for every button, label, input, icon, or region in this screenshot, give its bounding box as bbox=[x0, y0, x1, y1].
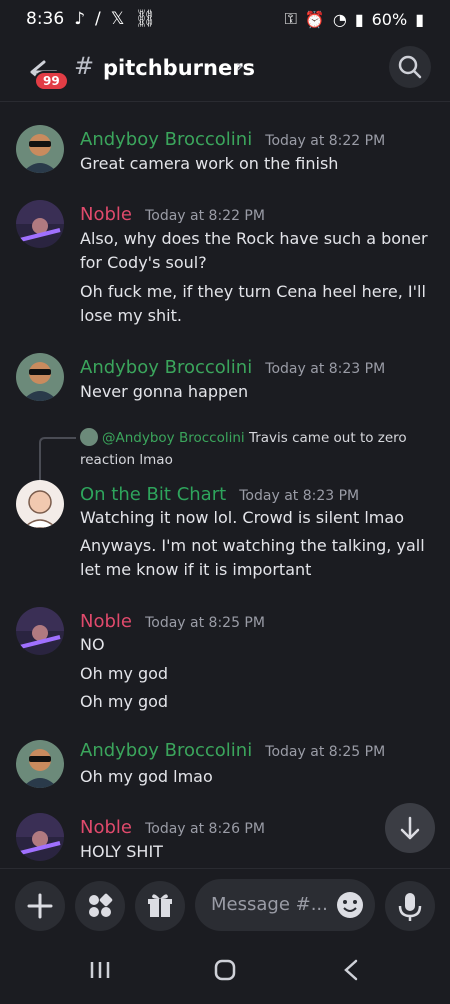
message-input[interactable]: Message #... bbox=[195, 879, 375, 931]
author-name[interactable]: Andyboy Broccolini bbox=[80, 740, 252, 761]
chevron-right-icon: › bbox=[236, 56, 244, 77]
reply-preview[interactable]: @Andyboy Broccolini Travis came out to z… bbox=[80, 427, 430, 471]
message-text: Oh my god bbox=[80, 692, 169, 711]
avatar[interactable] bbox=[16, 740, 64, 788]
timestamp: Today at 8:22 PM bbox=[265, 133, 386, 149]
hashtag-icon: # bbox=[74, 52, 95, 80]
message-text: Anyways. I'm not watching the talking, y… bbox=[80, 536, 425, 579]
recents-button[interactable] bbox=[90, 962, 110, 978]
reply-avatar bbox=[80, 428, 98, 446]
apps-icon bbox=[89, 893, 113, 917]
battery-percent: 60% bbox=[371, 9, 408, 29]
avatar[interactable] bbox=[16, 125, 64, 173]
voice-button[interactable] bbox=[385, 881, 435, 931]
message-text: Oh my god lmao bbox=[80, 767, 213, 786]
timestamp: Today at 8:23 PM bbox=[265, 361, 386, 377]
author-name[interactable]: Noble bbox=[80, 817, 132, 838]
channel-name[interactable]: pitchburners bbox=[103, 56, 255, 80]
author-name[interactable]: Andyboy Broccolini bbox=[80, 357, 252, 378]
x-icon: 𝕏 bbox=[110, 9, 125, 29]
microphone-icon bbox=[398, 893, 422, 921]
slash-icon: / bbox=[95, 9, 101, 29]
clock: 8:36 bbox=[26, 9, 65, 29]
unread-badge: 99 bbox=[34, 71, 69, 91]
message-text: NO bbox=[80, 635, 105, 654]
search-button[interactable] bbox=[389, 46, 431, 88]
message-text: HOLY SHIT bbox=[80, 842, 163, 861]
message-text: Oh fuck me, if they turn Cena heel here,… bbox=[80, 282, 426, 325]
attach-button[interactable] bbox=[15, 881, 65, 931]
plus-icon bbox=[27, 893, 53, 919]
home-button[interactable] bbox=[214, 959, 236, 981]
battery-icon: ▮ bbox=[415, 9, 424, 29]
message-text: Never gonna happen bbox=[80, 382, 249, 401]
apps-button[interactable] bbox=[75, 881, 125, 931]
wifi-icon: ◔ bbox=[332, 9, 347, 29]
composer-bar: Message #... bbox=[0, 868, 450, 942]
author-name[interactable]: Andyboy Broccolini bbox=[80, 129, 252, 150]
tiktok-icon: ♪ bbox=[74, 9, 86, 29]
reply-mention[interactable]: @Andyboy Broccolini bbox=[102, 430, 245, 446]
gift-icon bbox=[148, 894, 172, 917]
author-name[interactable]: On the Bit Chart bbox=[80, 484, 226, 505]
channel-header: 99 # pitchburners › bbox=[0, 38, 450, 102]
avatar[interactable] bbox=[16, 353, 64, 401]
arrow-down-icon bbox=[400, 816, 420, 840]
message-text: Also, why does the Rock have such a bone… bbox=[80, 229, 428, 272]
gift-button[interactable] bbox=[135, 881, 185, 931]
search-icon bbox=[398, 55, 422, 79]
message-text: Watching it now lol. Crowd is silent lma… bbox=[80, 508, 404, 527]
timestamp: Today at 8:23 PM bbox=[239, 488, 360, 504]
emoji-icon[interactable] bbox=[335, 890, 365, 920]
avatar[interactable] bbox=[16, 200, 64, 248]
author-name[interactable]: Noble bbox=[80, 611, 132, 632]
timestamp: Today at 8:25 PM bbox=[145, 615, 265, 631]
reply-connector bbox=[39, 437, 76, 483]
alarm-icon: ⏰ bbox=[304, 9, 325, 29]
timestamp: Today at 8:22 PM bbox=[145, 208, 265, 224]
back-nav-button[interactable] bbox=[344, 959, 358, 981]
avatar[interactable] bbox=[16, 813, 64, 861]
system-nav-bar bbox=[0, 942, 450, 1000]
link-icon: ⛓ bbox=[134, 9, 157, 29]
message-text: Great camera work on the finish bbox=[80, 154, 339, 173]
author-name[interactable]: Noble bbox=[80, 204, 132, 225]
timestamp: Today at 8:26 PM bbox=[145, 821, 265, 837]
key-icon: ⚿ bbox=[284, 9, 297, 28]
signal-icon: ▮ bbox=[354, 9, 364, 29]
avatar[interactable] bbox=[16, 607, 64, 655]
jump-to-latest-button[interactable] bbox=[385, 803, 435, 853]
message-text: Oh my god bbox=[80, 664, 169, 683]
message-placeholder: Message #... bbox=[211, 894, 328, 915]
timestamp: Today at 8:25 PM bbox=[265, 744, 386, 760]
avatar[interactable] bbox=[16, 480, 64, 528]
status-bar: 8:36 ♪ / 𝕏 ⛓ ⚿ ⏰ ◔ ▮ 60% ▮ bbox=[0, 0, 450, 38]
